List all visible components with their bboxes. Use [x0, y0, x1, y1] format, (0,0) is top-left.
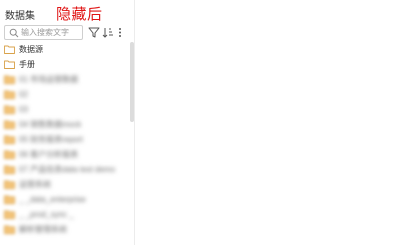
folder-icon: [4, 90, 15, 99]
folder-item[interactable]: 02: [4, 87, 126, 102]
folder-item[interactable]: 03: [4, 102, 126, 117]
dataset-sidebar: 数据集 隐藏后 数据源手册 01 市场运营数据 02 03 04 销售数据mock 05 …: [0, 0, 135, 245]
folder-item[interactable]: _ _prod_sync _: [4, 207, 126, 222]
folder-icon: [4, 150, 15, 159]
folder-item[interactable]: 手册: [4, 57, 126, 72]
search-input[interactable]: [21, 26, 81, 39]
folder-icon: [4, 210, 15, 219]
folder-label: 07 产品信息data test demo: [19, 165, 116, 174]
folder-icon: [4, 75, 15, 84]
folder-icon: [4, 135, 15, 144]
folder-item[interactable]: 04 销售数据mock: [4, 117, 126, 132]
more-icon[interactable]: [116, 26, 124, 39]
folder-label: 04 销售数据mock: [19, 120, 82, 129]
folder-outline-icon: [4, 45, 15, 54]
folder-label: 03: [19, 105, 28, 114]
folder-icon: [4, 195, 15, 204]
folder-label: 手册: [19, 60, 35, 69]
folder-label: 数据源: [19, 45, 43, 54]
folder-item[interactable]: 运营系统: [4, 177, 126, 192]
folder-label: 解析管理系统: [19, 225, 67, 234]
folder-item[interactable]: _ _data_enterprise: [4, 192, 126, 207]
folder-label: _ _data_enterprise: [19, 195, 86, 204]
folder-label: _ _prod_sync _: [19, 210, 74, 219]
folder-icon: [4, 120, 15, 129]
sort-icon[interactable]: [102, 26, 114, 39]
sidebar-title: 数据集: [5, 11, 35, 22]
folder-label: 01 市场运营数据: [19, 75, 79, 84]
main-content-area: [135, 0, 396, 245]
sidebar-scrollbar[interactable]: [130, 42, 134, 122]
filter-icon[interactable]: [88, 26, 100, 39]
folder-item[interactable]: 数据源: [4, 42, 126, 57]
folder-icon: [4, 180, 15, 189]
search-box[interactable]: [4, 25, 83, 40]
folder-icon: [4, 225, 15, 234]
dataset-folder-tree: 数据源手册 01 市场运营数据 02 03 04 销售数据mock 05 财务报表repo…: [0, 42, 128, 245]
app-window: 数据集 隐藏后 数据源手册 01 市场运营数据 02 03 04 销售数据mock 05 …: [0, 0, 396, 245]
folder-item[interactable]: 解析管理系统: [4, 222, 126, 237]
folder-label: 05 财务报表report: [19, 135, 84, 144]
folder-label: 02: [19, 90, 28, 99]
folder-outline-icon: [4, 60, 15, 69]
folder-item[interactable]: 01 市场运营数据: [4, 72, 126, 87]
folder-icon: [4, 165, 15, 174]
annotation-label: 隐藏后: [56, 5, 103, 23]
folder-icon: [4, 105, 15, 114]
search-icon: [9, 28, 19, 38]
folder-item[interactable]: 05 财务报表report: [4, 132, 126, 147]
folder-label: 运营系统: [19, 180, 51, 189]
folder-item[interactable]: 06 客户分析报表: [4, 147, 126, 162]
folder-item[interactable]: 07 产品信息data test demo: [4, 162, 126, 177]
folder-label: 06 客户分析报表: [19, 150, 79, 159]
